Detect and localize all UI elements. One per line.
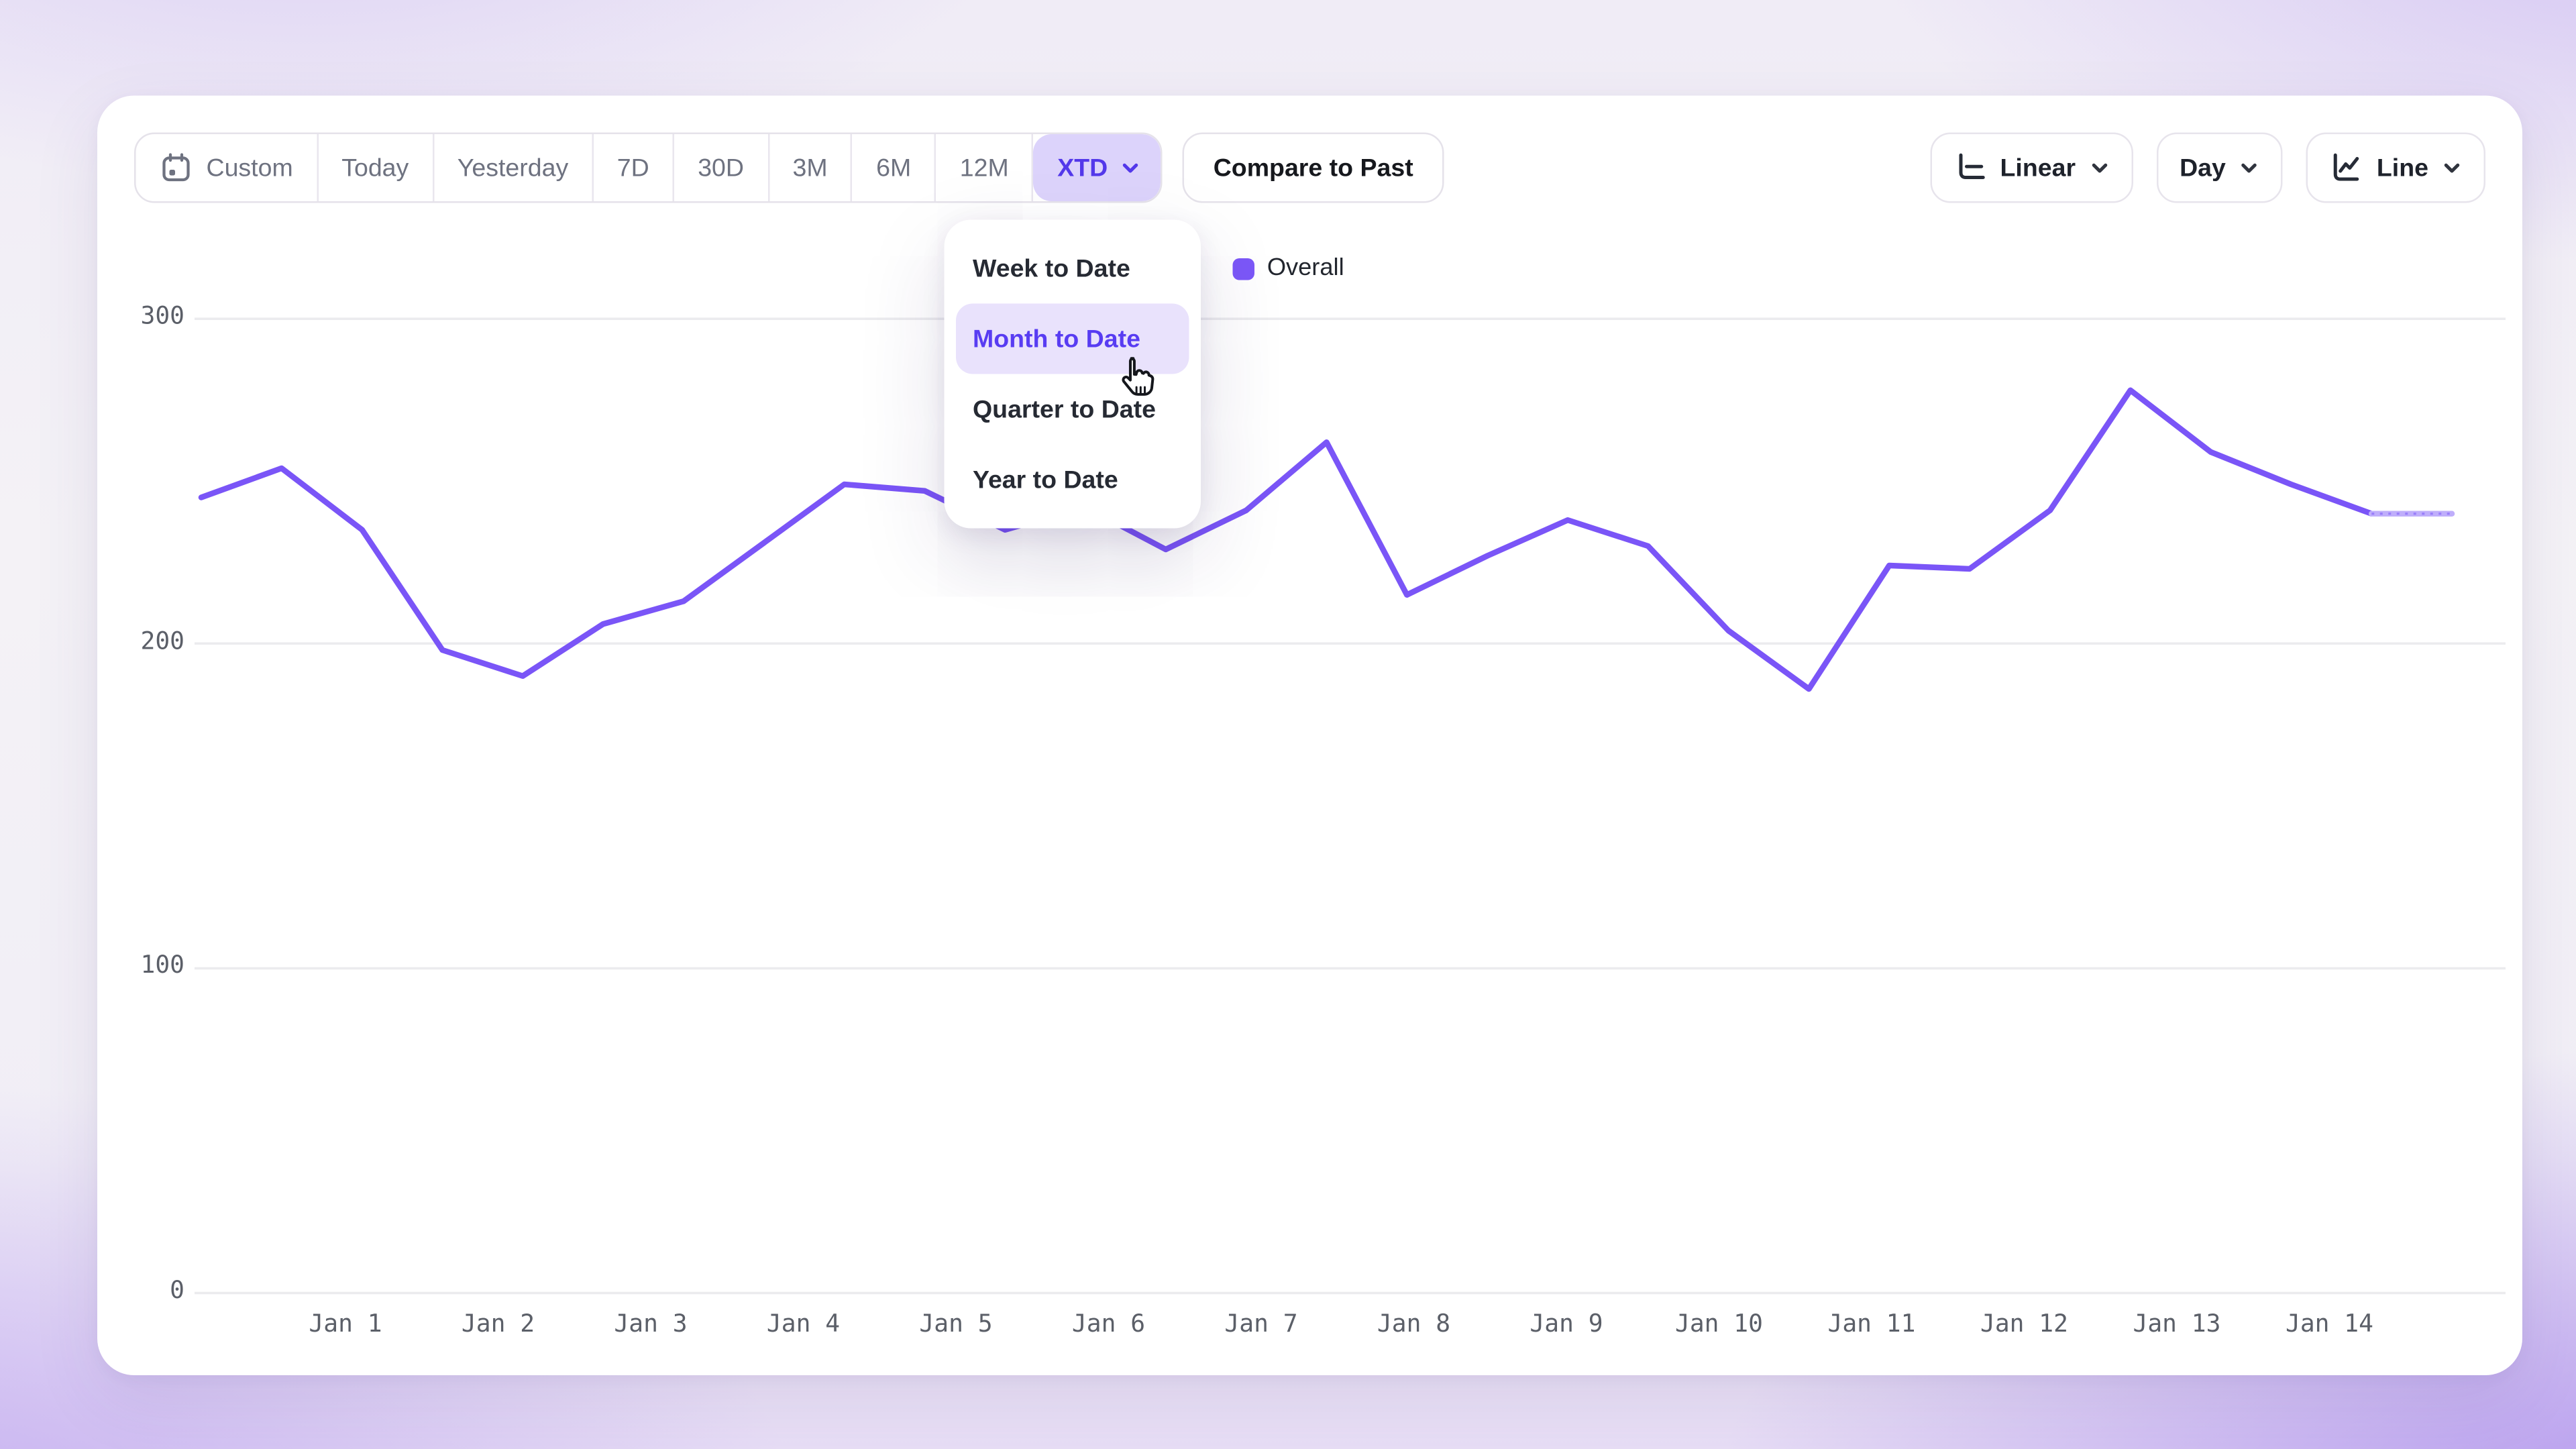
chart-legend: Overall bbox=[0, 255, 2576, 282]
chevron-down-icon bbox=[2089, 158, 2109, 178]
range-button-30d[interactable]: 30D bbox=[674, 134, 769, 201]
y-axis-label-100: 100 bbox=[107, 953, 184, 979]
interval-dropdown-button[interactable]: Day bbox=[2156, 133, 2283, 203]
range-button-3m[interactable]: 3M bbox=[769, 134, 853, 201]
range-button-label: 7D bbox=[617, 154, 649, 182]
legend-swatch-overall bbox=[1232, 258, 1254, 280]
cursor-pointer-icon bbox=[1114, 356, 1157, 402]
calendar-icon bbox=[160, 151, 193, 184]
chevron-down-icon bbox=[2442, 158, 2462, 178]
date-range-group: Custom Today Yesterday 7D 30D 3M 6M 12M XTD bbox=[134, 133, 1163, 203]
y-axis-label-0: 0 bbox=[107, 1278, 184, 1305]
range-button-label: 30D bbox=[698, 154, 744, 182]
x-axis-label-jan-5: Jan 5 bbox=[889, 1311, 1023, 1338]
x-axis-label-jan-4: Jan 4 bbox=[737, 1311, 871, 1338]
x-axis-label-jan-10: Jan 10 bbox=[1652, 1311, 1786, 1338]
scale-dropdown-button[interactable]: Linear bbox=[1930, 133, 2133, 203]
range-button-label: Custom bbox=[207, 154, 293, 182]
range-button-label: Yesterday bbox=[458, 154, 568, 182]
range-button-label: 12M bbox=[960, 154, 1009, 182]
legend-label-overall: Overall bbox=[1267, 255, 1344, 282]
x-axis-label-jan-11: Jan 11 bbox=[1805, 1311, 1939, 1338]
x-axis-label-jan-12: Jan 12 bbox=[1957, 1311, 2092, 1338]
toolbar: Custom Today Yesterday 7D 30D 3M 6M 12M XTD Comp… bbox=[134, 133, 2485, 203]
x-axis-label-jan-8: Jan 8 bbox=[1347, 1311, 1481, 1338]
range-button-label: XTD bbox=[1057, 154, 1108, 182]
range-button-6m[interactable]: 6M bbox=[853, 134, 936, 201]
range-button-today[interactable]: Today bbox=[318, 134, 434, 201]
x-axis-label-jan-1: Jan 1 bbox=[278, 1311, 413, 1338]
chart-type-dropdown-button[interactable]: Line bbox=[2306, 133, 2485, 203]
chevron-down-icon bbox=[2239, 158, 2259, 178]
line-chart-icon bbox=[2330, 151, 2363, 184]
chart-type-dropdown-label: Line bbox=[2377, 154, 2428, 182]
x-axis-label-jan-2: Jan 2 bbox=[431, 1311, 566, 1338]
scale-dropdown-label: Linear bbox=[2000, 154, 2076, 182]
chevron-down-icon bbox=[1121, 158, 1141, 178]
x-axis-label-jan-9: Jan 9 bbox=[1499, 1311, 1633, 1338]
compare-to-past-button[interactable]: Compare to Past bbox=[1183, 133, 1444, 203]
interval-dropdown-label: Day bbox=[2180, 154, 2226, 182]
menu-item-week-to-date[interactable]: Week to Date bbox=[956, 233, 1189, 304]
x-axis-label-jan-3: Jan 3 bbox=[584, 1311, 718, 1338]
x-axis-label-jan-6: Jan 6 bbox=[1042, 1311, 1176, 1338]
range-button-7d[interactable]: 7D bbox=[594, 134, 674, 201]
page-background: Custom Today Yesterday 7D 30D 3M 6M 12M XTD Comp… bbox=[0, 0, 2576, 1449]
range-button-label: 3M bbox=[793, 154, 828, 182]
range-button-12m[interactable]: 12M bbox=[936, 134, 1034, 201]
x-axis-label-jan-13: Jan 13 bbox=[2110, 1311, 2244, 1338]
toolbar-right: Linear Day Line bbox=[1930, 133, 2485, 203]
x-axis-label-jan-7: Jan 7 bbox=[1194, 1311, 1328, 1338]
range-button-label: 6M bbox=[876, 154, 911, 182]
analytics-card: Custom Today Yesterday 7D 30D 3M 6M 12M XTD Comp… bbox=[97, 96, 2522, 1376]
linear-scale-icon bbox=[1953, 151, 1987, 184]
range-button-custom[interactable]: Custom bbox=[136, 134, 319, 201]
xtd-dropdown-menu: Week to DateMonth to DateQuarter to Date… bbox=[945, 220, 1201, 529]
range-button-xtd[interactable]: XTD bbox=[1034, 134, 1161, 201]
x-axis-label-jan-14: Jan 14 bbox=[2263, 1311, 2397, 1338]
y-axis-label-300: 300 bbox=[107, 304, 184, 331]
menu-item-year-to-date[interactable]: Year to Date bbox=[956, 445, 1189, 515]
range-button-yesterday[interactable]: Yesterday bbox=[434, 134, 594, 201]
y-axis-label-200: 200 bbox=[107, 629, 184, 656]
range-button-label: Today bbox=[341, 154, 409, 182]
